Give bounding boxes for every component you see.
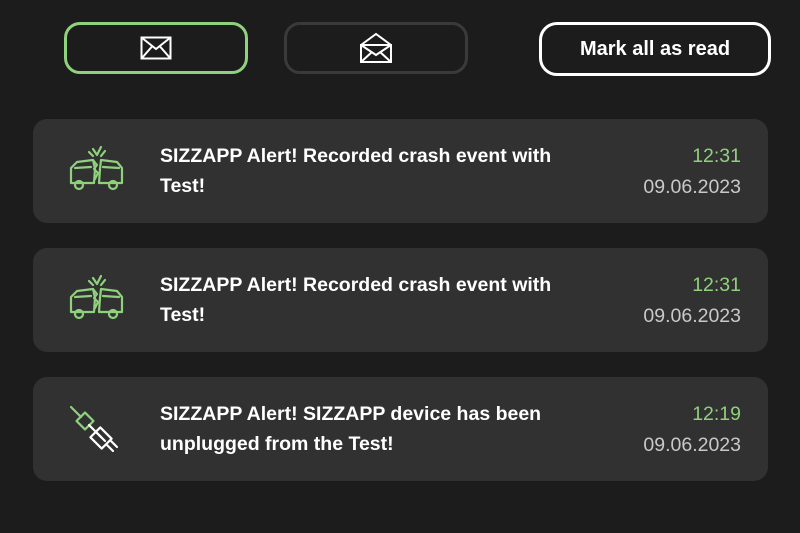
read-tab[interactable] bbox=[284, 22, 468, 74]
notification-time: 12:19 bbox=[692, 403, 741, 425]
notification-date: 09.06.2023 bbox=[643, 176, 741, 198]
mark-all-as-read-button[interactable]: Mark all as read bbox=[539, 22, 771, 76]
unread-tab[interactable] bbox=[64, 22, 248, 74]
car-crash-icon bbox=[69, 274, 124, 320]
notification-message: SIZZAPP Alert! Recorded crash event with… bbox=[160, 145, 552, 197]
notification-time: 12:31 bbox=[692, 145, 741, 167]
notification-item[interactable]: SIZZAPP Alert! Recorded crash event with… bbox=[33, 248, 768, 352]
notification-item[interactable]: SIZZAPP Alert! SIZZAPP device has been u… bbox=[33, 377, 768, 481]
notification-message: SIZZAPP Alert! SIZZAPP device has been u… bbox=[160, 403, 542, 455]
closed-envelope-icon bbox=[140, 36, 172, 60]
notifications-screen: Mark all as read SIZZAPP Alert! Recorded… bbox=[0, 0, 800, 533]
notification-time: 12:31 bbox=[692, 274, 741, 296]
notification-date: 09.06.2023 bbox=[643, 434, 741, 456]
car-crash-icon bbox=[69, 145, 124, 191]
notification-date: 09.06.2023 bbox=[643, 305, 741, 327]
notification-item[interactable]: SIZZAPP Alert! Recorded crash event with… bbox=[33, 119, 768, 223]
notification-message: SIZZAPP Alert! Recorded crash event with… bbox=[160, 274, 552, 326]
open-envelope-icon bbox=[360, 32, 392, 63]
unplugged-device-icon bbox=[69, 405, 119, 453]
